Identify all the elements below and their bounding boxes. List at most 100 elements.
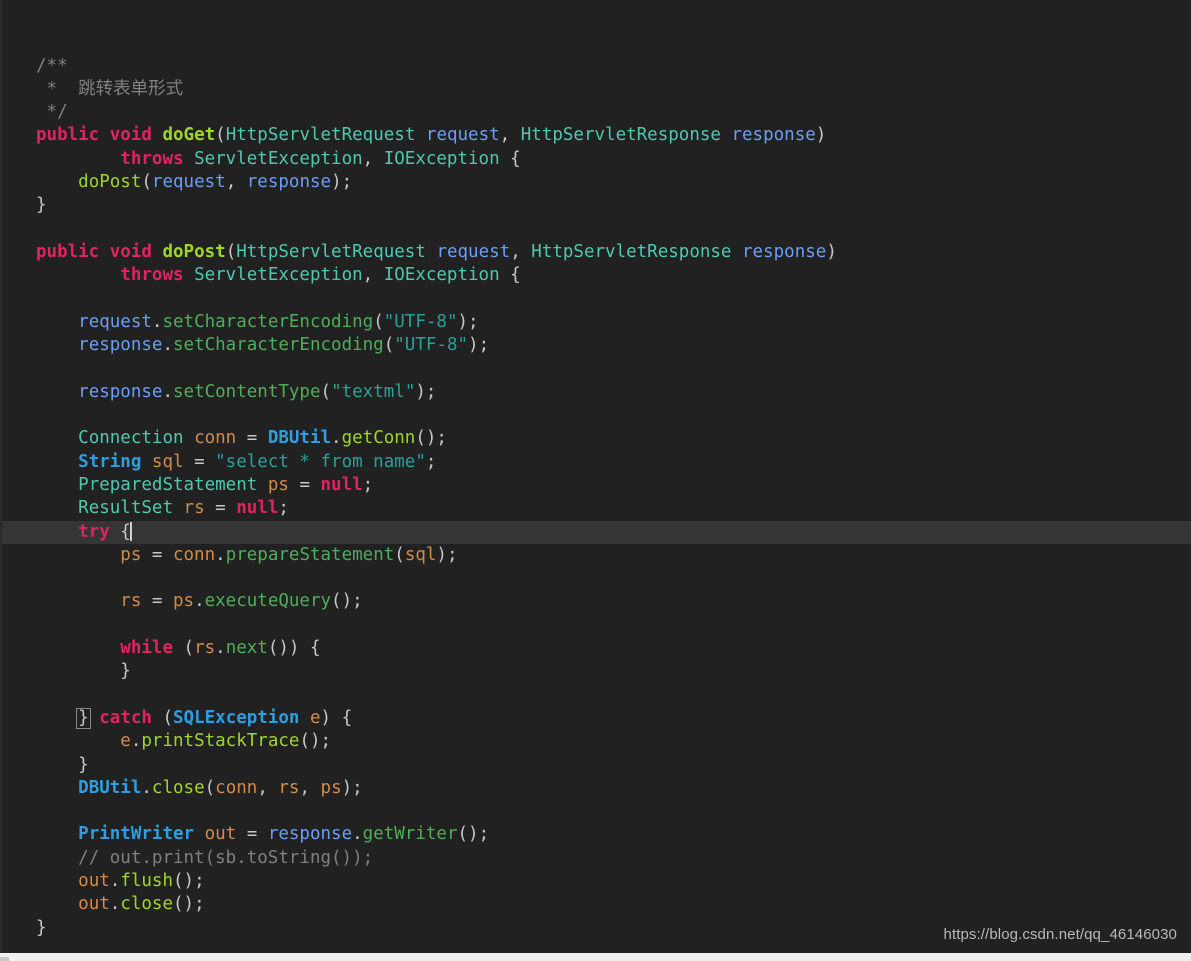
code-line-blank[interactable]: [0, 567, 1191, 590]
keyword-void: void: [109, 241, 152, 262]
var-out: out: [204, 824, 237, 845]
code-line[interactable]: ResultSet rs = null;: [0, 497, 1191, 520]
type-ioexception: IOException: [383, 148, 500, 169]
block-comment-body: * 跳转表单形式: [36, 78, 184, 99]
code-line[interactable]: Connection conn = DBUtil.getConn();: [0, 427, 1191, 450]
dot: .: [215, 638, 226, 659]
keyword-public: public: [36, 125, 100, 146]
paren-semi: );: [468, 335, 490, 356]
code-line-current[interactable]: try {: [0, 520, 1191, 544]
code-line[interactable]: // out.print(sb.toString());: [0, 847, 1191, 870]
code-line-blank[interactable]: [0, 218, 1191, 241]
keyword-throws: throws: [120, 148, 184, 169]
dot: .: [130, 731, 142, 752]
code-line[interactable]: */: [0, 101, 1191, 124]
arg-request: request: [151, 172, 226, 193]
closing-brace: }: [36, 195, 47, 216]
code-line-blank[interactable]: [0, 800, 1191, 823]
var-rs: rs: [194, 638, 216, 659]
call-preparestatement: prepareStatement: [225, 544, 395, 565]
code-line[interactable]: e.printStackTrace();: [0, 730, 1191, 753]
code-line[interactable]: }: [0, 660, 1191, 683]
code-line-blank[interactable]: [0, 684, 1191, 707]
line-comment: // out.print(sb.toString());: [78, 847, 374, 868]
code-line[interactable]: PreparedStatement ps = null;: [0, 474, 1191, 497]
code-line[interactable]: * 跳转表单形式: [0, 78, 1191, 101]
code-line[interactable]: ps = conn.prepareStatement(sql);: [0, 544, 1191, 567]
code-line[interactable]: out.close();: [0, 893, 1191, 916]
semi: ;: [278, 498, 289, 519]
dot: .: [141, 777, 152, 798]
paren: ): [815, 125, 827, 146]
scrollbar-thumb[interactable]: [0, 957, 9, 961]
code-line[interactable]: public void doPost(HttpServletRequest re…: [0, 241, 1191, 264]
code-line[interactable]: } catch (SQLException e) {: [0, 707, 1191, 730]
code-line-blank[interactable]: [0, 288, 1191, 311]
assign: =: [288, 474, 321, 495]
code-line[interactable]: String sql = "select * from name";: [0, 451, 1191, 474]
code-content[interactable]: /** * 跳转表单形式 */public void doGet(HttpSer…: [0, 0, 1191, 953]
arg-ps: ps: [320, 777, 342, 798]
code-line[interactable]: DBUtil.close(conn, rs, ps);: [0, 777, 1191, 800]
code-line[interactable]: response.setCharacterEncoding("UTF-8");: [0, 334, 1191, 357]
type-connection: Connection: [78, 428, 184, 449]
code-line-blank[interactable]: [0, 404, 1191, 427]
code-line-blank[interactable]: [0, 614, 1191, 637]
call-close: close: [151, 777, 205, 798]
method-doget: doGet: [162, 125, 216, 146]
closing-brace: }: [120, 661, 131, 682]
code-line[interactable]: }: [0, 754, 1191, 777]
brace: {: [499, 265, 521, 286]
code-line[interactable]: doPost(request, response);: [0, 171, 1191, 194]
assign: =: [236, 824, 268, 845]
type-ioexception: IOException: [383, 265, 500, 286]
code-editor[interactable]: /** * 跳转表单形式 */public void doGet(HttpSer…: [0, 0, 1191, 953]
code-line[interactable]: response.setContentType("textml");: [0, 381, 1191, 404]
code-line[interactable]: PrintWriter out = response.getWriter();: [0, 823, 1191, 846]
var-ps: ps: [267, 474, 289, 495]
code-line[interactable]: while (rs.next()) {: [0, 637, 1191, 660]
code-line[interactable]: throws ServletException, IOException {: [0, 264, 1191, 287]
code-line[interactable]: out.flush();: [0, 870, 1191, 893]
type-servletexception: ServletException: [194, 265, 363, 286]
paren-semi: );: [415, 381, 437, 402]
assign: =: [236, 428, 268, 449]
call-dopost: doPost: [78, 172, 142, 193]
paren: ): [826, 241, 837, 262]
dot: .: [331, 428, 342, 449]
keyword-while: while: [120, 638, 173, 659]
code-line[interactable]: /**: [0, 55, 1191, 78]
var-conn: conn: [194, 428, 237, 449]
comma: ,: [362, 265, 384, 286]
code-line[interactable]: }: [0, 194, 1191, 217]
paren: (: [141, 172, 152, 193]
type-httpservletrequest: HttpServletRequest: [236, 241, 426, 262]
bottom-scrollbar-strip[interactable]: [0, 953, 1191, 961]
code-line-blank[interactable]: [0, 357, 1191, 380]
code-line[interactable]: rs = ps.executeQuery();: [0, 590, 1191, 613]
type-servletexception: ServletException: [194, 148, 363, 169]
code-line[interactable]: request.setCharacterEncoding("UTF-8");: [0, 311, 1191, 334]
code-line[interactable]: public void doGet(HttpServletRequest req…: [0, 124, 1191, 147]
paren-semi: ();: [331, 591, 363, 612]
var-sql: sql: [151, 451, 184, 472]
var-e: e: [120, 731, 131, 752]
code-line[interactable]: throws ServletException, IOException {: [0, 148, 1191, 171]
